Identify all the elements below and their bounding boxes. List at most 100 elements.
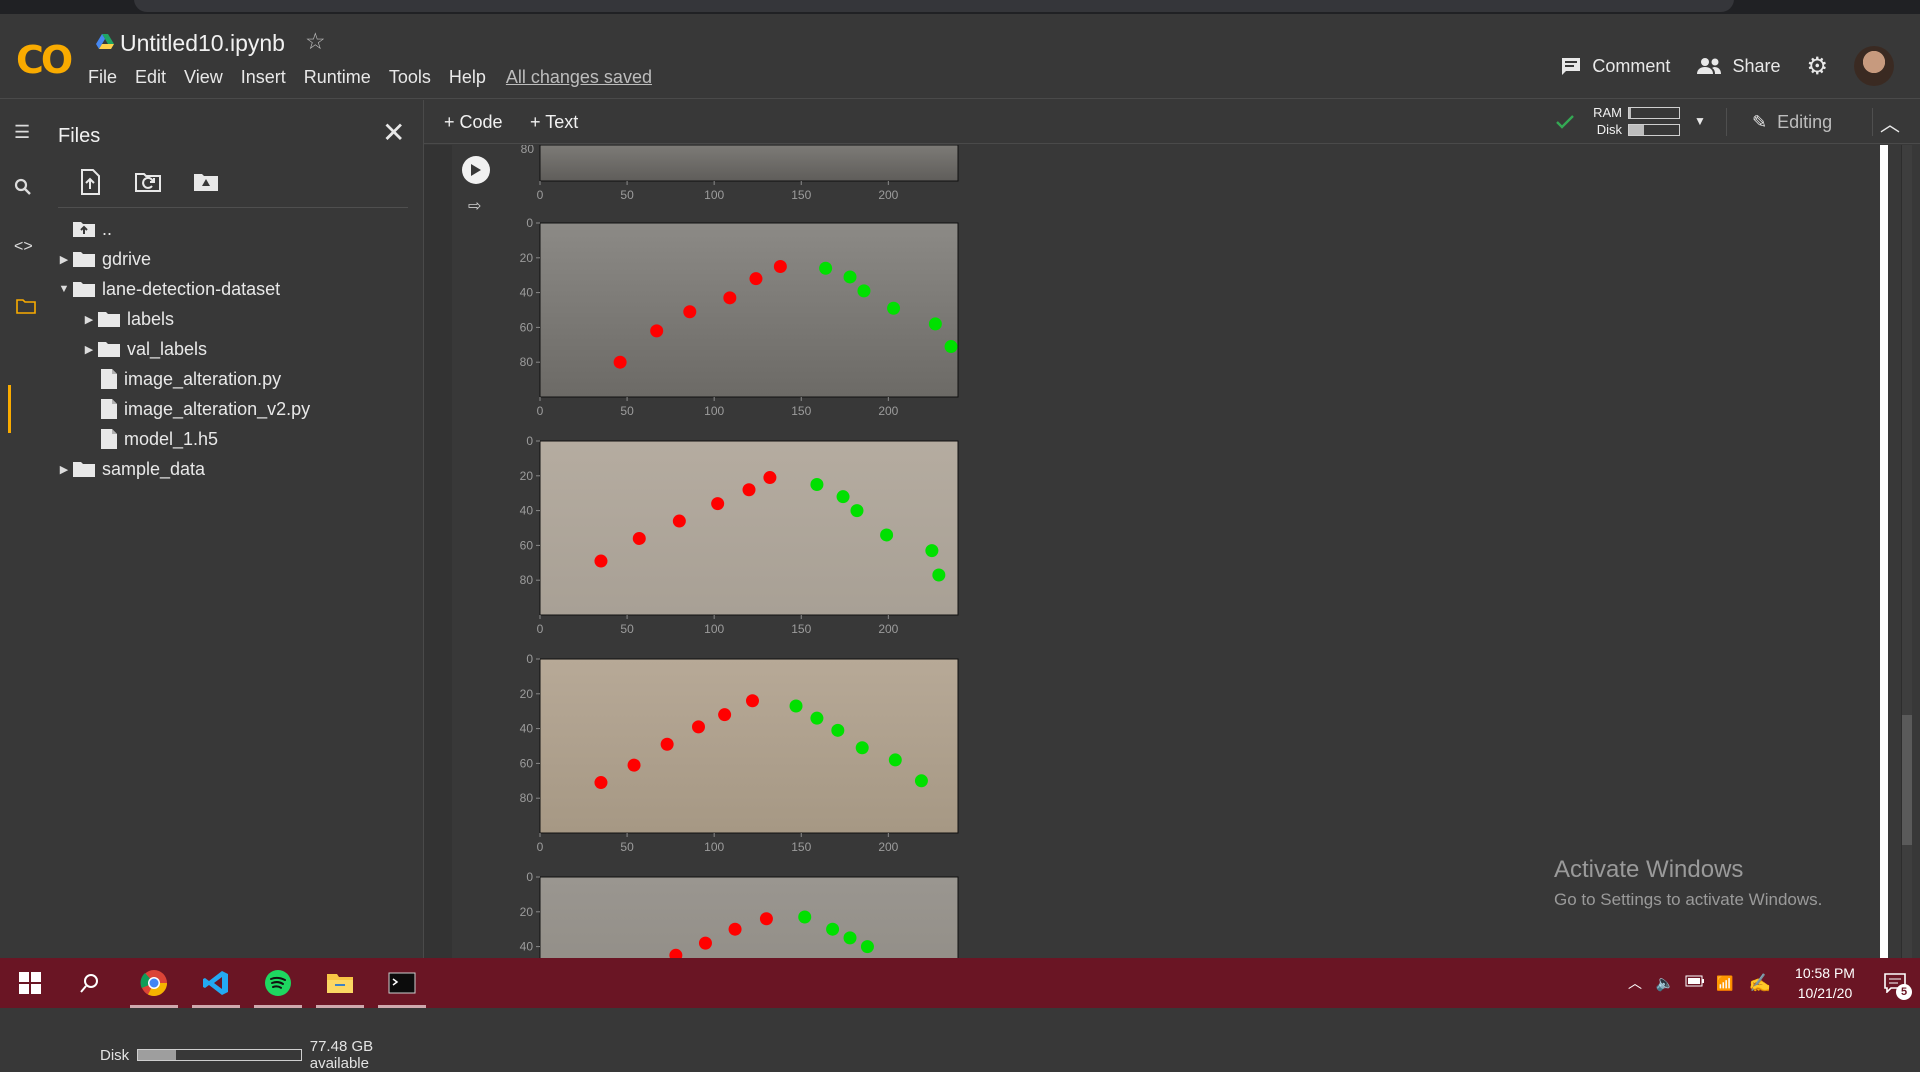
search-icon[interactable] bbox=[14, 178, 32, 201]
left-lane-point bbox=[594, 776, 608, 790]
left-lane-point bbox=[711, 497, 725, 511]
menu-runtime[interactable]: Runtime bbox=[304, 67, 371, 88]
system-tray: ︿ 🔈 📶 ✍ 10:58 PM 10/21/20 5 bbox=[1620, 958, 1920, 1008]
wifi-icon[interactable]: 📶 bbox=[1710, 975, 1740, 992]
vscode-icon[interactable] bbox=[186, 958, 246, 1008]
caret-right-icon[interactable]: ▶ bbox=[81, 313, 97, 326]
menu-tools[interactable]: Tools bbox=[389, 67, 431, 88]
right-lane-point bbox=[789, 699, 803, 713]
notebook-toolbar: + Code + Text RAM Disk ▼ ✎ Editing ︿ bbox=[424, 100, 1920, 144]
folder-item[interactable]: ▶ sample_data bbox=[56, 455, 205, 483]
notification-center-icon[interactable]: 5 bbox=[1870, 958, 1920, 1008]
clock-time: 10:58 PM bbox=[1795, 965, 1855, 981]
cell-gutter bbox=[424, 145, 452, 958]
left-lane-point bbox=[718, 708, 732, 722]
right-lane-point bbox=[925, 544, 939, 558]
folder-icon bbox=[98, 312, 120, 327]
pen-workspace-icon[interactable]: ✍ bbox=[1740, 973, 1780, 994]
refresh-folder-icon[interactable] bbox=[132, 168, 164, 196]
chevron-up-icon[interactable]: ︿ bbox=[1620, 973, 1650, 993]
x-tick-label: 0 bbox=[537, 622, 544, 636]
active-indicator bbox=[8, 385, 11, 433]
menu-file[interactable]: File bbox=[88, 67, 117, 88]
file-item[interactable]: model_1.h5 bbox=[81, 425, 218, 453]
x-tick-label: 150 bbox=[791, 188, 811, 202]
folder-item[interactable]: .. bbox=[56, 215, 112, 243]
file-explorer-icon[interactable] bbox=[310, 958, 370, 1008]
folder-item[interactable]: ▼ lane-detection-dataset bbox=[56, 275, 281, 303]
right-lane-point bbox=[914, 774, 928, 788]
add-text-button[interactable]: + Text bbox=[530, 112, 578, 133]
colab-logo[interactable]: CO bbox=[16, 38, 73, 82]
road-image bbox=[539, 440, 959, 616]
star-icon[interactable]: ☆ bbox=[305, 28, 326, 55]
volume-icon[interactable]: 🔈 bbox=[1650, 974, 1680, 992]
caret-right-icon[interactable]: ▶ bbox=[56, 253, 72, 266]
ram-bar-fill bbox=[1629, 108, 1631, 118]
scrollbar[interactable] bbox=[1880, 145, 1920, 958]
caret-down-icon[interactable]: ▼ bbox=[1694, 114, 1706, 128]
folder-icon bbox=[73, 462, 95, 477]
share-button[interactable]: Share bbox=[1696, 56, 1780, 77]
right-lane-point bbox=[819, 261, 833, 275]
terminal-icon[interactable] bbox=[372, 958, 432, 1008]
code-snippets-icon[interactable]: <> bbox=[14, 238, 33, 256]
watermark-line1: Activate Windows bbox=[1554, 856, 1744, 883]
editing-mode-button[interactable]: ✎ Editing bbox=[1752, 112, 1832, 133]
disk-bar-fill bbox=[1629, 125, 1644, 135]
files-toolbar bbox=[74, 168, 222, 196]
menu-edit[interactable]: Edit bbox=[135, 67, 166, 88]
output-menu-icon[interactable]: ⇨ bbox=[468, 196, 481, 216]
left-lane-point bbox=[627, 758, 641, 772]
y-tick-label: 20 bbox=[520, 251, 534, 265]
left-lane-point bbox=[691, 720, 705, 734]
file-item[interactable]: image_alteration_v2.py bbox=[81, 395, 310, 423]
file-item[interactable]: image_alteration.py bbox=[81, 365, 281, 393]
folder-item[interactable]: ▶ val_labels bbox=[81, 335, 207, 363]
save-status[interactable]: All changes saved bbox=[506, 67, 652, 88]
folder-item[interactable]: ▶ labels bbox=[81, 305, 174, 333]
x-tick-label: 150 bbox=[791, 840, 811, 854]
chrome-icon[interactable] bbox=[124, 958, 184, 1008]
battery-icon[interactable] bbox=[1680, 974, 1710, 992]
add-code-button[interactable]: + Code bbox=[444, 112, 503, 133]
menu-view[interactable]: View bbox=[184, 67, 223, 88]
google-drive-icon bbox=[96, 34, 114, 49]
tree-item-label: image_alteration.py bbox=[124, 368, 282, 389]
x-tick-label: 50 bbox=[620, 404, 634, 418]
avatar[interactable] bbox=[1854, 46, 1894, 86]
tree-item-label: lane-detection-dataset bbox=[102, 278, 281, 299]
caret-right-icon[interactable]: ▶ bbox=[81, 343, 97, 356]
right-lane-point bbox=[843, 270, 857, 284]
x-tick-label: 50 bbox=[620, 622, 634, 636]
clock[interactable]: 10:58 PM 10/21/20 bbox=[1780, 963, 1870, 1003]
caret-down-icon[interactable]: ▼ bbox=[56, 283, 72, 295]
search-icon[interactable] bbox=[60, 958, 120, 1008]
menu-help[interactable]: Help bbox=[449, 67, 486, 88]
run-cell-button[interactable] bbox=[462, 156, 490, 184]
comment-button[interactable]: Comment bbox=[1560, 56, 1670, 77]
caret-right-icon[interactable]: ▶ bbox=[56, 463, 72, 476]
people-icon bbox=[1697, 58, 1722, 74]
upload-file-icon[interactable] bbox=[74, 168, 106, 196]
folder-item[interactable]: ▶ gdrive bbox=[56, 245, 151, 273]
disk-label: Disk bbox=[1596, 122, 1622, 137]
y-tick-label: 0 bbox=[526, 870, 533, 884]
left-lane-point bbox=[763, 471, 777, 485]
close-icon[interactable]: ✕ bbox=[382, 116, 405, 149]
x-tick-label: 200 bbox=[878, 188, 898, 202]
url-field[interactable] bbox=[134, 0, 1734, 12]
settings-gear-icon[interactable]: ⚙ bbox=[1806, 52, 1828, 81]
menu-insert[interactable]: Insert bbox=[241, 67, 286, 88]
windows-start-icon[interactable] bbox=[0, 958, 60, 1008]
disk-label: Disk bbox=[100, 1046, 130, 1064]
spotify-icon[interactable] bbox=[248, 958, 308, 1008]
resource-labels[interactable]: RAM Disk bbox=[1582, 104, 1622, 138]
toc-icon[interactable]: ☰ bbox=[14, 122, 30, 143]
collapse-header-icon[interactable]: ︿ bbox=[1880, 108, 1900, 137]
road-image-partial bbox=[539, 145, 959, 182]
scrollbar-thumb[interactable] bbox=[1902, 715, 1912, 845]
mount-drive-icon[interactable] bbox=[190, 168, 222, 196]
notebook-title[interactable]: Untitled10.ipynb bbox=[120, 30, 285, 57]
files-icon[interactable] bbox=[16, 298, 36, 319]
